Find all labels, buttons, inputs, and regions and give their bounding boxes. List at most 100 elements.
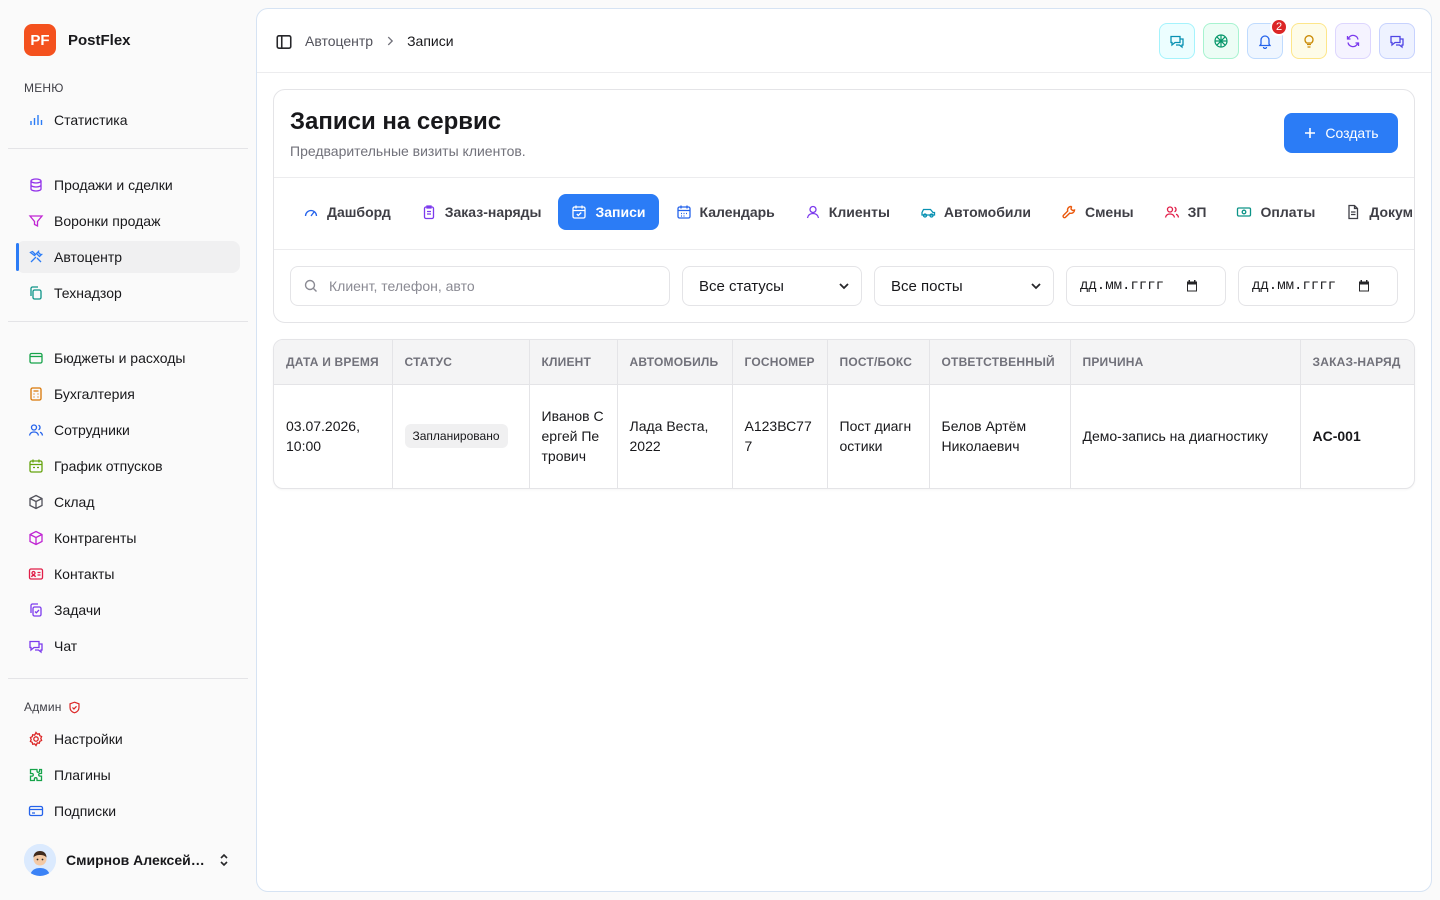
calendar-icon [28,458,44,474]
page-title: Записи на сервис [290,108,502,135]
column-header[interactable]: ГОСНОМЕР [732,340,828,385]
sidebar-item-subscriptions[interactable]: Подписки [16,795,240,827]
user-name: Смирнов Алексей ... [66,852,206,868]
tab-label: Календарь [699,204,775,220]
sidebar-item-vacations[interactable]: График отпусков [16,450,240,482]
date-from-input[interactable]: дд.мм.гггг [1066,266,1226,306]
messages-button[interactable] [1159,23,1195,59]
page-subtitle: Предварительные визиты клиентов. [290,143,526,159]
top-actions: 2 [1159,18,1415,59]
sidebar-item-settings[interactable]: Настройки [16,723,240,755]
sidebar-item-tasks[interactable]: Задачи [16,594,240,626]
calendar-icon[interactable] [1357,279,1371,293]
tab-cars[interactable]: Автомобили [907,194,1044,230]
sidebar-item-chat[interactable]: Чат [16,630,240,662]
table-row[interactable]: 03.07.2026, 10:00 Запланировано Иванов С… [274,384,1414,488]
gear-icon [28,731,44,747]
tab-label: Дашборд [327,204,391,220]
sidebar-item-label: Статистика [54,112,128,128]
cell-work-order[interactable]: AC-001 [1300,384,1414,488]
credit-card-icon [28,803,44,819]
refresh-icon [1346,34,1360,48]
chevrons-up-down-icon[interactable] [216,852,232,868]
chevron-down-icon [839,283,849,290]
sidebar-item-employees[interactable]: Сотрудники [16,414,240,446]
cell-responsible: Белов Артём Николаевич [929,384,1071,488]
sidebar-item-funnels[interactable]: Воронки продаж [16,205,240,237]
notification-badge: 2 [1270,18,1288,36]
cell-reason: Демо-запись на диагностику [1070,384,1301,488]
sidebar-item-sales[interactable]: Продажи и сделки [16,169,240,201]
sidebar-item-statistics[interactable]: Статистика [16,104,240,136]
header-card: Записи на сервис Предварительные визиты … [273,89,1415,323]
tab-label: Заказ-наряды [444,204,542,220]
ai-button[interactable] [1203,23,1239,59]
sidebar-item-label: Сотрудники [54,422,130,438]
sidebar-item-warehouse[interactable]: Склад [16,486,240,518]
tab-dashboard[interactable]: Дашборд [290,194,404,230]
sidebar-item-counterparties[interactable]: Контрагенты [16,522,240,554]
status-select[interactable]: Все статусы [682,266,862,306]
brand[interactable]: PF PostFlex [24,24,131,56]
tab-salary[interactable]: ЗП [1151,194,1220,230]
sidebar-item-label: Склад [54,494,95,510]
shield-icon [69,701,80,713]
tab-shifts[interactable]: Смены [1048,194,1147,230]
sidebar-item-supervision[interactable]: Технадзор [16,277,240,309]
column-header[interactable]: ПОСТ/БОКС [827,340,930,385]
user-menu[interactable]: Смирнов Алексей ... [24,844,232,876]
cell-status: Запланировано [392,384,530,488]
breadcrumb-parent[interactable]: Автоцентр [305,33,373,49]
bar-chart-icon [28,112,44,128]
sidebar-item-budgets[interactable]: Бюджеты и расходы [16,342,240,374]
column-header[interactable]: ПРИЧИНА [1070,340,1301,385]
sidebar-item-label: График отпусков [54,458,163,474]
sidebar-item-contacts[interactable]: Контакты [16,558,240,590]
menu-heading: МЕНЮ [24,81,64,95]
banknote-icon [1237,207,1252,217]
sidebar-item-label: Продажи и сделки [54,177,173,193]
sidebar-item-plugins[interactable]: Плагины [16,759,240,791]
puzzle-icon [28,767,44,783]
contact-card-icon [28,566,44,582]
sidebar-item-label: Технадзор [54,285,122,301]
ideas-button[interactable] [1291,23,1327,59]
date-to-input[interactable]: дд.мм.гггг [1238,266,1398,306]
sidebar-toggle-icon[interactable] [275,33,293,51]
sync-button[interactable] [1335,23,1371,59]
column-header[interactable]: КЛИЕНТ [529,340,618,385]
sidebar-item-label: Чат [54,638,78,654]
tab-payments[interactable]: Оплаты [1223,194,1328,230]
post-select[interactable]: Все посты [874,266,1054,306]
box-icon [28,494,44,510]
sidebar-item-label: Задачи [54,602,102,618]
search-input[interactable] [329,278,649,294]
tabs: Дашборд Заказ-наряды Записи Календарь Кл… [290,194,1414,230]
tab-appointments[interactable]: Записи [558,194,659,230]
column-header[interactable]: СТАТУС [392,340,530,385]
tab-calendar[interactable]: Календарь [663,194,788,230]
sidebar-divider [8,321,248,322]
sidebar-item-label: Настройки [54,731,123,747]
chevron-right-icon [387,36,394,46]
tools-icon [28,249,44,265]
tab-work-orders[interactable]: Заказ-наряды [408,194,555,230]
column-header[interactable]: ЗАКАЗ-НАРЯД [1300,340,1414,385]
wrench-icon [1062,205,1076,219]
sidebar-item-autocenter[interactable]: Автоцентр [16,241,240,273]
create-button[interactable]: Создать [1284,113,1398,153]
tab-documents[interactable]: Докум [1332,194,1414,230]
column-header[interactable]: ДАТА И ВРЕМЯ [274,340,393,385]
admin-heading: Админ [24,700,81,714]
column-header[interactable]: ОТВЕТСТВЕННЫЙ [929,340,1071,385]
tasks-icon [28,602,44,618]
notifications-button[interactable]: 2 [1247,18,1288,59]
sidebar-item-accounting[interactable]: Бухгалтерия [16,378,240,410]
search-box[interactable] [290,266,670,306]
support-chat-button[interactable] [1379,23,1415,59]
users-icon [1164,206,1179,218]
tab-clients[interactable]: Клиенты [792,194,903,230]
tab-label: ЗП [1187,204,1207,220]
column-header[interactable]: АВТОМОБИЛЬ [617,340,733,385]
calendar-icon[interactable] [1185,279,1199,293]
